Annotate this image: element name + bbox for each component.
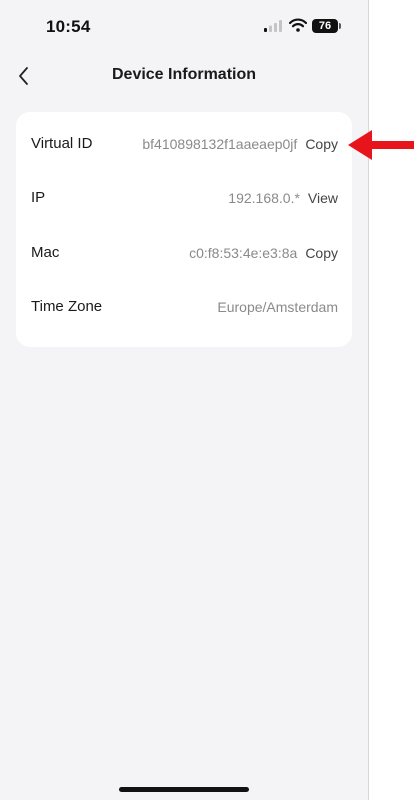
- wifi-icon: [289, 18, 307, 32]
- battery-tip: [339, 23, 341, 29]
- mac-label: Mac: [31, 244, 60, 261]
- page-title: Device Information: [111, 66, 257, 83]
- time-zone-value: Europe/Amsterdam: [217, 299, 338, 315]
- battery-icon: 76: [312, 19, 338, 33]
- nav-header: Device Information: [0, 56, 368, 96]
- device-info-card: Virtual ID bf410898132f1aaeaep0jf Copy IP…: [16, 112, 352, 347]
- status-bar: 10:54 76: [0, 0, 368, 50]
- cellular-signal-icon: [264, 20, 282, 32]
- row-virtual-id: Virtual ID bf410898132f1aaeaep0jf Copy: [16, 117, 352, 171]
- red-arrow-icon: [348, 130, 414, 160]
- time-zone-label: Time Zone: [31, 298, 103, 315]
- ip-label: IP: [31, 189, 46, 206]
- virtual-id-value: bf410898132f1aaeaep0jf: [142, 136, 298, 152]
- row-mac: Mac c0:f8:53:4e:e3:8a Copy: [16, 226, 352, 280]
- row-ip: IP 192.168.0.* View: [16, 171, 352, 225]
- mac-value: c0:f8:53:4e:e3:8a: [189, 245, 298, 261]
- copy-mac-button[interactable]: Copy: [305, 245, 338, 261]
- status-time: 10:54: [46, 17, 91, 36]
- view-ip-button[interactable]: View: [308, 190, 338, 206]
- app-frame: 10:54 76 Device Information Virtual ID b…: [0, 0, 369, 800]
- virtual-id-label: Virtual ID: [31, 135, 93, 152]
- copy-virtual-id-button[interactable]: Copy: [305, 136, 338, 152]
- home-indicator: [119, 787, 249, 792]
- row-time-zone: Time Zone Europe/Amsterdam: [16, 280, 352, 334]
- ip-value: 192.168.0.*: [228, 190, 300, 206]
